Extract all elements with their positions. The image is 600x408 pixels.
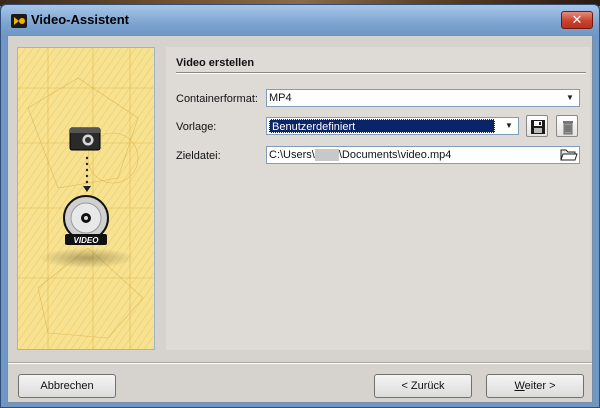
container-format-value: MP4 <box>269 92 292 104</box>
window-title: Video-Assistent <box>31 12 130 27</box>
browse-folder-button[interactable] <box>560 147 578 163</box>
dialog-client-area: VIDEO Video erstellen Containerformat: M… <box>7 35 593 403</box>
chevron-down-icon[interactable]: ▼ <box>502 118 516 134</box>
target-file-input[interactable]: C:\Users\ \Documents\video.mp4 <box>266 146 580 164</box>
wizard-illustration: VIDEO <box>17 47 155 350</box>
folder-open-icon <box>560 149 578 161</box>
delete-icon <box>563 121 573 135</box>
container-format-label: Containerformat: <box>176 93 258 105</box>
section-title: Video erstellen <box>176 57 255 69</box>
camera-icon <box>69 127 101 151</box>
target-file-label: Zieldatei: <box>176 150 221 162</box>
delete-template-button[interactable] <box>556 115 578 137</box>
title-bar[interactable]: Video-Assistent ✕ <box>1 5 599 35</box>
container-format-dropdown[interactable]: MP4 ▼ <box>266 89 580 107</box>
target-file-path-suffix: \Documents\video.mp4 <box>338 149 452 161</box>
template-value: Benutzerdefiniert <box>269 119 495 133</box>
next-button[interactable]: Weiter > <box>486 374 584 398</box>
video-badge-text: VIDEO <box>74 236 100 245</box>
next-mnemonic: W <box>514 380 525 392</box>
video-assistant-window: Video-Assistent ✕ VIDEO Video erstellen … <box>0 4 600 408</box>
chevron-down-icon[interactable]: ▼ <box>563 90 577 106</box>
save-template-button[interactable] <box>526 115 548 137</box>
save-icon <box>531 120 545 134</box>
footer-separator <box>8 362 592 364</box>
template-label: Vorlage: <box>176 121 217 133</box>
content-panel: Video erstellen Containerformat: MP4 ▼ V… <box>166 47 590 350</box>
template-dropdown[interactable]: Benutzerdefiniert ▼ <box>266 117 519 135</box>
next-label: eiter > <box>524 380 556 392</box>
cancel-button[interactable]: Abbrechen <box>18 374 116 398</box>
section-divider <box>176 72 586 74</box>
back-button[interactable]: < Zurück <box>374 374 472 398</box>
target-file-path-prefix: C:\Users\ <box>269 149 315 161</box>
redacted-username <box>314 149 339 162</box>
close-button[interactable]: ✕ <box>561 11 593 29</box>
app-logo-icon <box>11 14 27 28</box>
